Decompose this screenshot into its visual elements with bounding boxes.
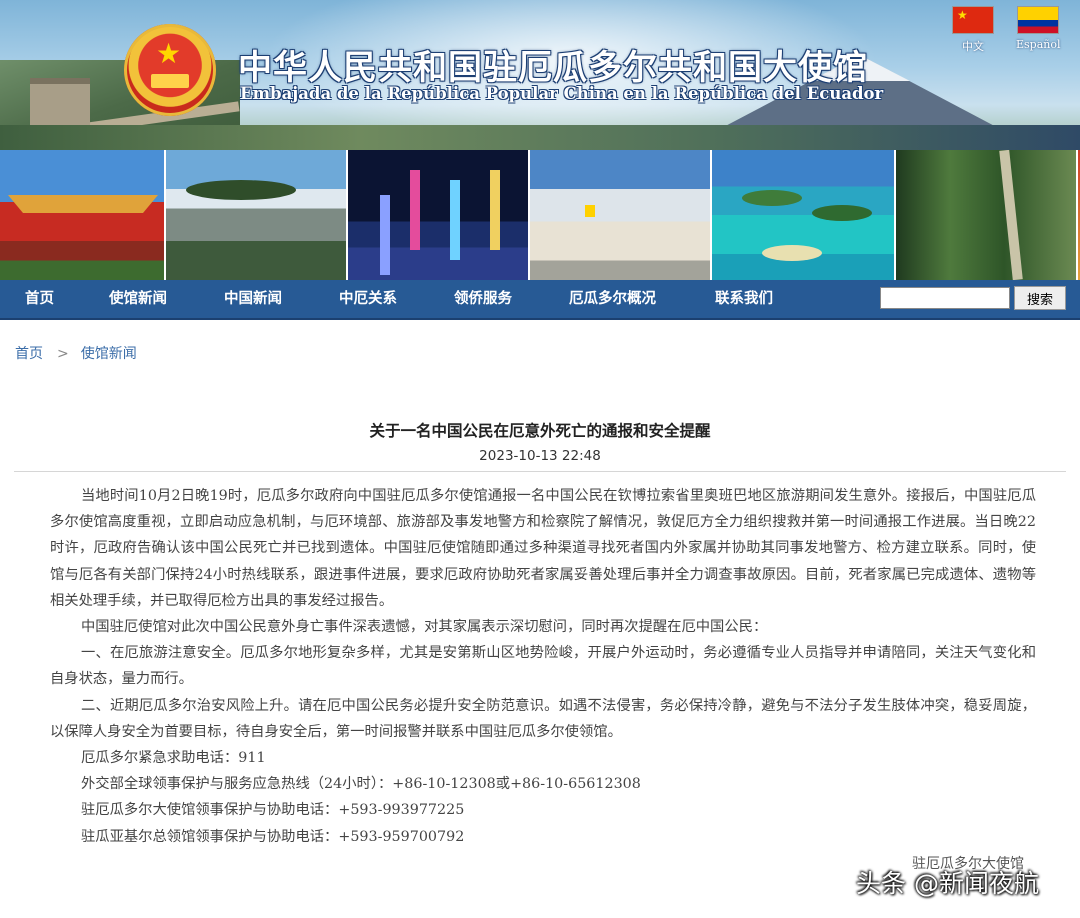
nav-item-contact-us[interactable]: 联系我们: [715, 280, 773, 318]
search-button[interactable]: 搜索: [1014, 286, 1066, 310]
shanghai-skyline-photo: [348, 150, 530, 280]
emblem-star-icon: ★: [156, 37, 182, 70]
breadcrumb-separator-icon: >: [57, 346, 69, 362]
nav-item-consular-services[interactable]: 领侨服务: [454, 280, 512, 318]
photo-strip: [0, 150, 1080, 280]
tiananmen-photo: [0, 150, 166, 280]
contact-line-embassy: 驻厄瓜多尔大使馆领事保护与协助电话：+593-993977225: [81, 802, 465, 819]
embassy-title-spanish: Embajada de la República Popular China e…: [240, 84, 884, 103]
nav-item-china-ecuador-relations[interactable]: 中厄关系: [339, 280, 397, 318]
quito-palace-photo: [530, 150, 712, 280]
contact-line-mfa-hotline: 外交部全球领事保护与服务应急热线（24小时）：+86-10-12308或+86-…: [81, 776, 641, 793]
language-spanish-link[interactable]: Español: [1016, 6, 1061, 51]
article-title: 关于一名中国公民在厄意外死亡的通报和安全提醒: [369, 421, 711, 440]
china-flag-icon: ★: [952, 6, 994, 34]
nav-item-embassy-news[interactable]: 使馆新闻: [109, 280, 167, 318]
contact-line-guayaquil-consulate: 驻瓜亚基尔总领馆领事保护与协助电话：+593-959700792: [81, 828, 465, 845]
huangshan-pine-photo: [166, 150, 348, 280]
title-divider: [14, 471, 1066, 472]
nav-item-ecuador-overview[interactable]: 厄瓜多尔概况: [569, 280, 656, 318]
main-navigation: 首页 使馆新闻 中国新闻 中厄关系 领侨服务 厄瓜多尔概况 联系我们 搜索: [0, 280, 1080, 320]
breadcrumb-current-link[interactable]: 使馆新闻: [81, 346, 137, 362]
article-paragraph: 一、在厄旅游注意安全。厄瓜多尔地形复杂多样，尤其是安第斯山区地势险峻，开展户外运…: [50, 645, 1036, 688]
article-paragraph: 二、近期厄瓜多尔治安风险上升。请在厄中国公民务必提升安全防范意识。如遇不法侵害，…: [50, 697, 1036, 740]
article-date: 2023-10-13 22:48: [479, 448, 601, 464]
contact-line-emergency: 厄瓜多尔紧急求助电话：911: [81, 750, 266, 767]
nav-item-china-news[interactable]: 中国新闻: [224, 280, 282, 318]
nav-item-home[interactable]: 首页: [25, 280, 54, 318]
toutiao-watermark: 头条 @新闻夜航: [856, 869, 1039, 898]
emblem-tiananmen-icon: [151, 74, 189, 88]
breadcrumb: 首页 > 使馆新闻: [15, 343, 137, 363]
header-banner: ★ 中华人民共和国驻厄瓜多尔共和国大使馆 Embajada de la Repú…: [0, 0, 1080, 150]
article-paragraph: 当地时间10月2日晚19时，厄瓜多尔政府向中国驻厄瓜多尔使馆通报一名中国公民在钦…: [50, 488, 1036, 609]
article-body: 当地时间10月2日晚19时，厄瓜多尔政府向中国驻厄瓜多尔使馆通报一名中国公民在钦…: [50, 483, 1036, 850]
banner-hills: [0, 125, 1080, 150]
article-paragraph: 中国驻厄使馆对此次中国公民意外身亡事件深表遗憾，对其家属表示深切慰问，同时再次提…: [81, 619, 768, 636]
embassy-title-chinese: 中华人民共和国驻厄瓜多尔共和国大使馆: [238, 48, 868, 88]
ecuador-flag-icon: [1017, 6, 1060, 34]
language-spanish-label: Español: [1016, 38, 1061, 51]
breadcrumb-home-link[interactable]: 首页: [15, 346, 43, 362]
search-input[interactable]: [880, 287, 1010, 309]
language-chinese-link[interactable]: ★ 中文: [952, 6, 994, 54]
national-emblem-icon: ★: [124, 24, 216, 116]
rainforest-photo: [896, 150, 1078, 280]
galapagos-islands-photo: [712, 150, 896, 280]
language-chinese-label: 中文: [962, 40, 984, 53]
